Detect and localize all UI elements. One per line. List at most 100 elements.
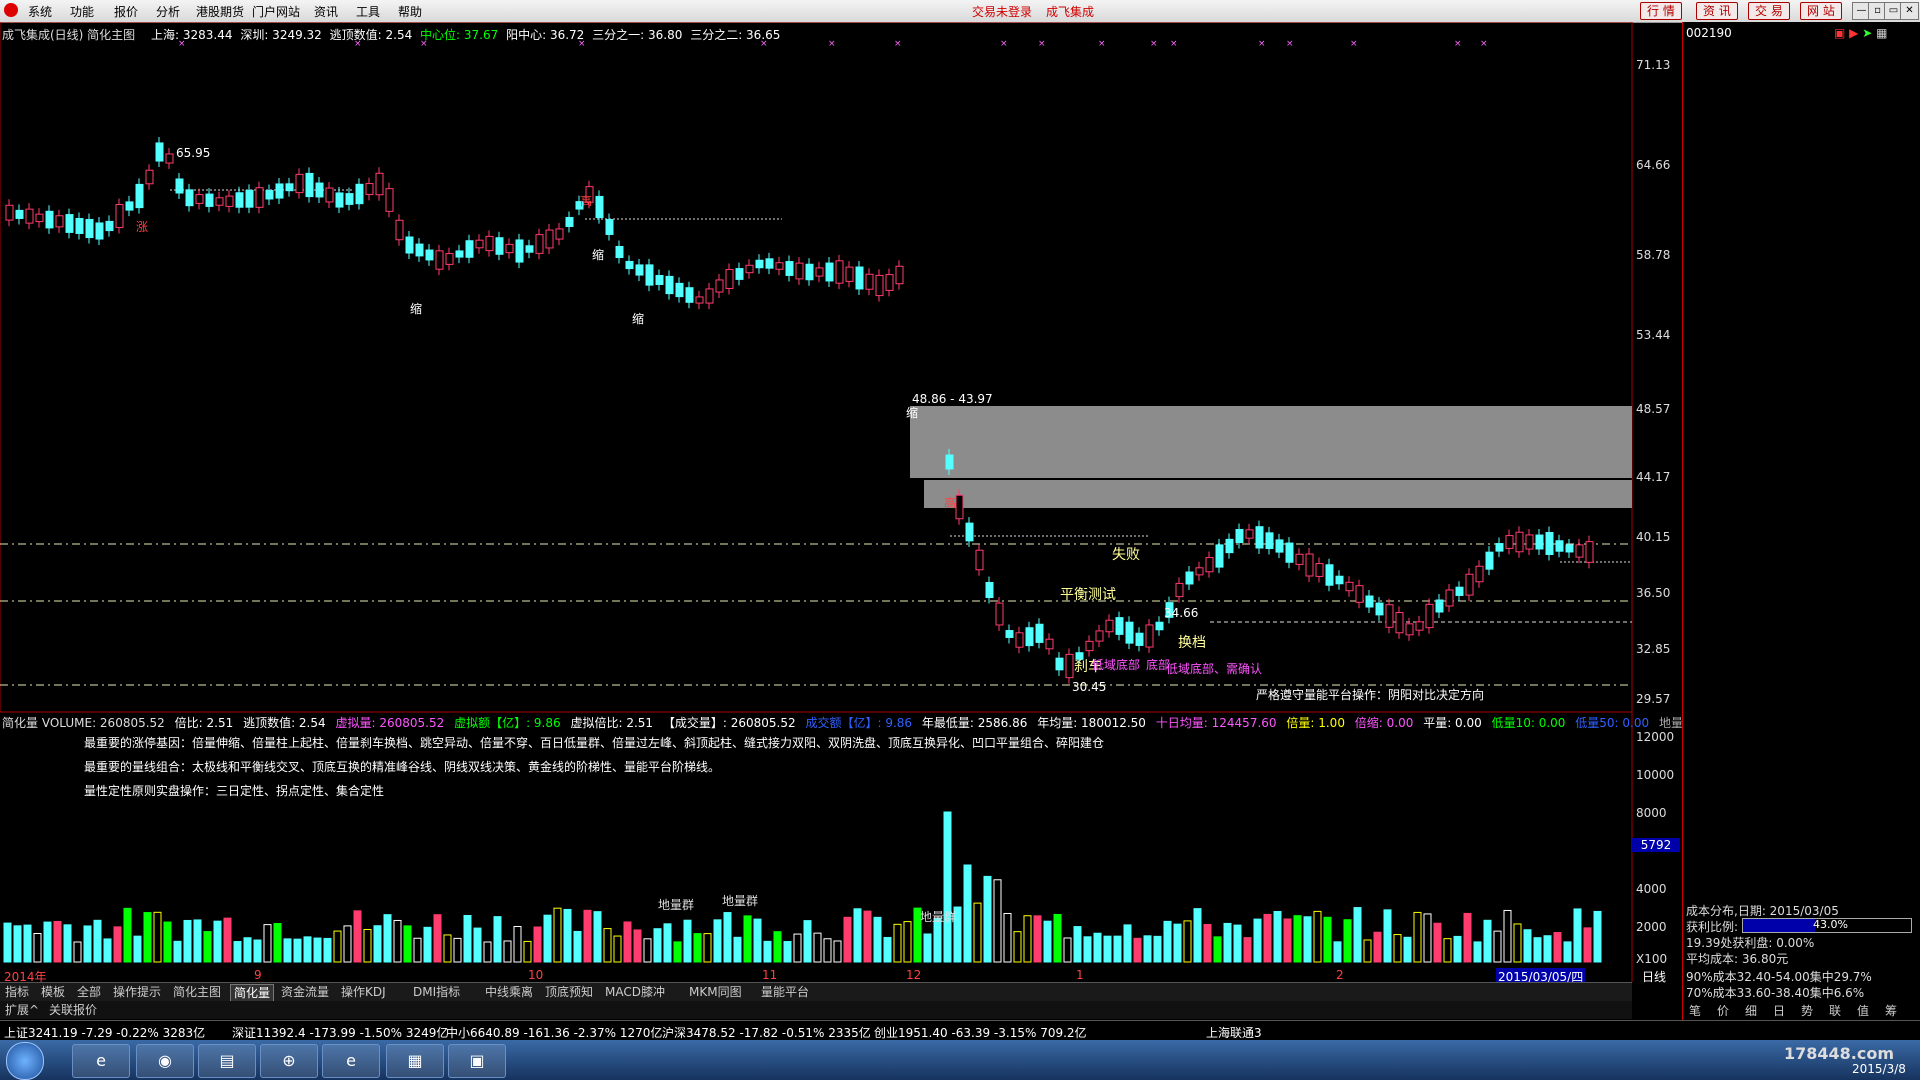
indicator-tab[interactable]: MKM同图 [686,984,745,1000]
volume-tick: 12000 [1636,730,1675,744]
indicator-tab[interactable]: DMI指标 [410,984,463,1000]
right-panel-tab[interactable]: 日 [1770,1003,1788,1019]
menu-analysis[interactable]: 分析 [156,3,180,20]
candle-body [545,229,554,249]
indicator-tab[interactable]: 全部 [74,984,104,1000]
indicator-tab[interactable]: 量能平台 [758,984,812,1000]
cost-dist-date: 成本分布,日期: 2015/03/05 [1686,904,1839,918]
volume-bar [1043,920,1052,963]
bottom-label: 低域底部 [1092,658,1141,672]
indicator-tab[interactable]: 操作提示 [110,984,164,1000]
volume-bar [1223,922,1232,963]
indicator-tab[interactable]: 资金流量 [278,984,332,1000]
trading-app-icon[interactable]: ▣ [448,1044,506,1078]
menu-help[interactable]: 帮助 [398,3,422,20]
ticker-sz[interactable]: 深证11392.4 -173.99 -1.50% 3249亿 [232,1024,448,1041]
candle-body [1445,589,1454,607]
app-logo-icon [4,3,18,17]
volume-bar [713,919,722,963]
stock-code: 002190 [1686,26,1732,40]
indicator-tab[interactable]: 简化量 [230,984,275,1002]
right-panel-tab[interactable]: 值 [1854,1003,1872,1019]
menu-news[interactable]: 资讯 [314,3,338,20]
indicator-tab[interactable]: 指标 [2,984,32,1000]
start-button[interactable] [6,1042,44,1080]
volume-bar [1203,923,1212,963]
ticker-link[interactable]: 上海联通3 [1206,1024,1262,1041]
arrow-icon[interactable]: ➤ [1862,26,1872,40]
right-panel-tab[interactable]: 细 [1742,1003,1760,1019]
indicator-tab[interactable]: 简化主图 [170,984,224,1000]
menu-system[interactable]: 系统 [28,3,52,20]
menu-tools[interactable]: 工具 [356,3,380,20]
candle-body [105,220,114,232]
flag-icon[interactable]: ▶ [1849,26,1858,40]
volume-bar [743,915,752,963]
tab-quote[interactable]: 行 情 [1640,2,1682,20]
volume-bar [1583,927,1592,963]
tab-trade[interactable]: 交 易 [1748,2,1790,20]
candle-body [305,172,314,198]
candle-body [165,153,174,164]
bank-icon[interactable]: ⊕ [260,1044,318,1078]
edit-icon[interactable]: ▣ [1834,26,1845,40]
period-label[interactable]: 日线 [1642,968,1666,985]
candle-body [1535,534,1544,550]
menu-hk-futures[interactable]: 港股期货 [196,3,244,20]
camera-icon[interactable]: ◉ [136,1044,194,1078]
volume-bar [513,925,522,963]
tab-extend[interactable]: 扩展^ [2,1002,42,1018]
indicator-tab[interactable]: 中线乘离 [482,984,536,1000]
volume-bar [1243,937,1252,963]
volume-bar [1153,935,1162,963]
volume-bar [823,938,832,963]
folder-icon[interactable]: ▤ [198,1044,256,1078]
right-panel-tab[interactable]: 势 [1798,1003,1816,1019]
volume-bar [803,920,812,963]
candle-body [455,250,464,258]
right-panel-tab[interactable]: 笔 [1686,1003,1704,1019]
volume-bar [1173,923,1182,963]
app-icon[interactable]: ▦ [386,1044,444,1078]
windows-taskbar: e ◉ ▤ ⊕ e ▦ ▣ 178448.com 2015/3/8 [0,1040,1920,1080]
candle-body [675,282,684,298]
tab-related-quote[interactable]: 关联报价 [46,1002,100,1018]
indicator-tab[interactable]: 操作KDJ [338,984,389,1000]
volume-bar [1463,912,1472,963]
ticker-sh[interactable]: 上证3241.19 -7.29 -0.22% 3283亿 [4,1024,205,1041]
candle-body [55,215,64,228]
candle-body [205,193,214,207]
menu-quote[interactable]: 报价 [114,3,138,20]
index-ticker: 上证3241.19 -7.29 -0.22% 3283亿 深证11392.4 -… [0,1020,1920,1041]
right-panel-tab[interactable]: 价 [1714,1003,1732,1019]
ticker-hs[interactable]: 沪深3478.52 -17.82 -0.51% 2335亿 [662,1024,871,1041]
volume-bar [423,926,432,963]
menu-function[interactable]: 功能 [70,3,94,20]
indicator-tab[interactable]: MACD膝冲 [602,984,668,1000]
volume-bars [3,811,1602,963]
volume-bar [903,921,912,963]
tab-website[interactable]: 网 站 [1800,2,1842,20]
close-button[interactable]: ✕ [1900,2,1919,20]
volume-bar [503,940,512,963]
candle-body [845,266,854,282]
volume-bar [783,941,792,963]
indicator-tab[interactable]: 模板 [38,984,68,1000]
right-panel-tab[interactable]: 联 [1826,1003,1844,1019]
ticker-zx[interactable]: 中小6640.89 -161.36 -2.37% 1270亿 [446,1024,662,1041]
right-panel-tab[interactable]: 筹 [1882,1003,1900,1019]
tab-info[interactable]: 资 讯 [1696,2,1738,20]
candle-body [135,183,144,209]
candle-body [475,239,484,249]
price-chart[interactable]: × × × × × × × × × × × × × × × × × [0,22,1682,982]
candle-body [1185,571,1194,585]
ticker-cy[interactable]: 创业1951.40 -63.39 -3.15% 709.2亿 [874,1024,1087,1041]
grid-icon[interactable]: ▦ [1876,26,1887,40]
indicator-tab[interactable]: 顶底预知 [542,984,596,1000]
browser-icon[interactable]: e [322,1044,380,1078]
ie-icon[interactable]: e [72,1044,130,1078]
candle-body [975,549,984,571]
menu-portal[interactable]: 门户网站 [252,3,300,20]
candle-body [995,602,1004,626]
bottom-confirm-label: 低域底部、需确认 [1166,662,1263,676]
